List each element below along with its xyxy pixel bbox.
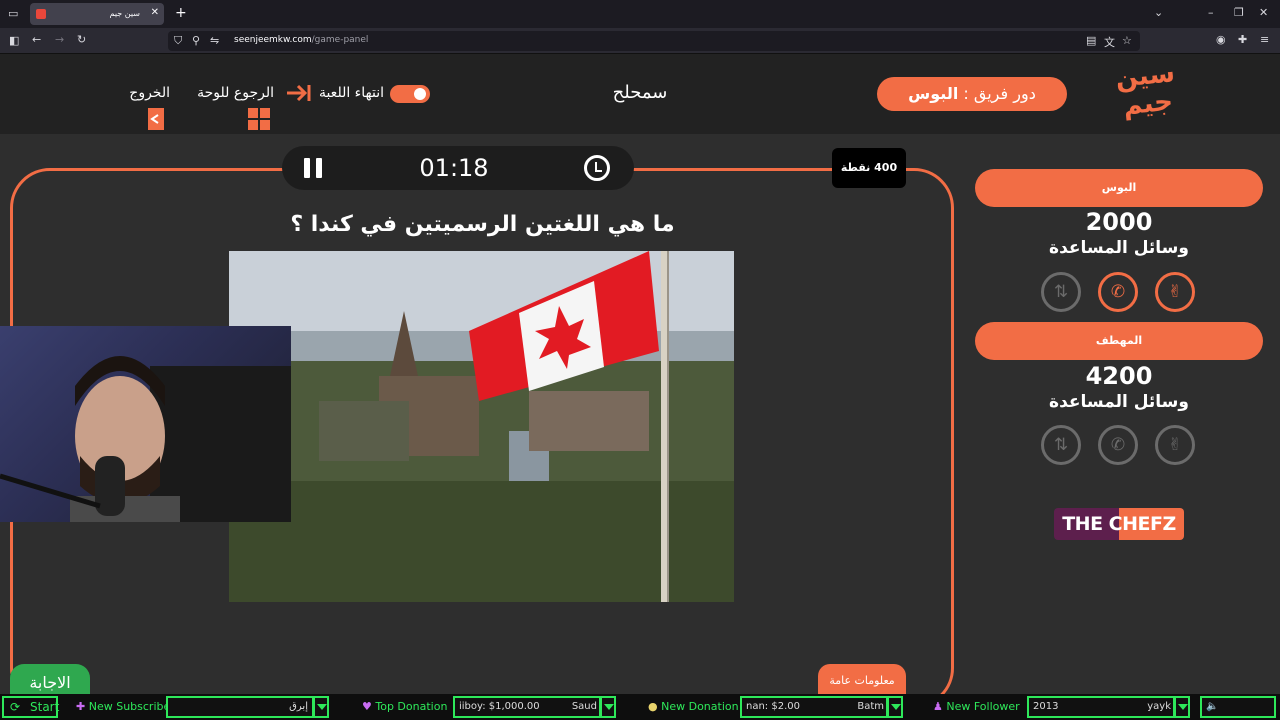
start-label: Start (30, 700, 60, 714)
team-2-two-answers-icon[interactable]: ✌ (1155, 425, 1195, 465)
top-donation-label: ♥ Top Donation (362, 700, 448, 713)
top-donation-value-field[interactable]: iiboy: $1,000.00 Saud (453, 696, 601, 718)
follower-dropdown-icon[interactable] (1174, 696, 1190, 718)
team-1-call-friend-icon[interactable]: ✆ (1098, 272, 1138, 312)
timer-bar: 01:18 (282, 146, 634, 190)
team-turn-indicator: دور فريق : البوس (877, 77, 1067, 111)
browser-tab-bar: ▭ سين جيم ✕ + ⌄ – ❐ ✕ (0, 0, 1280, 28)
question-text: ما هي اللغتين الرسميتين في كندا ؟ (290, 212, 675, 237)
team-2-name-pill: المهطف (975, 322, 1263, 360)
account-icon[interactable]: ◉ (1216, 33, 1226, 46)
toggle-knob (414, 88, 426, 100)
reset-timer-icon[interactable] (584, 155, 610, 181)
team-1-name-pill: البوس (975, 169, 1263, 207)
stream-alert-bar: ⟳ Start ✚ New Subscriber إبرق ♥ Top Dona… (0, 694, 1280, 720)
timer-display: 01:18 (419, 154, 489, 182)
extensions-icon[interactable]: ✚ (1238, 33, 1247, 46)
address-bar[interactable]: ⛉ ⚲ ⇋ seenjeemkw.com/game-panel ▤ 文 ☆ (168, 31, 1140, 51)
shield-icon[interactable]: ⛉ (174, 34, 182, 48)
money-icon: ● (648, 700, 658, 713)
new-tab-icon[interactable]: + (175, 5, 187, 21)
new-donation-label: ● New Donation (648, 700, 739, 713)
question-image-canada-flag (229, 251, 734, 602)
start-button[interactable]: ⟳ Start (2, 696, 60, 718)
canada-scene-illustration (229, 251, 734, 602)
follower-value-field[interactable]: 2013 yayk (1027, 696, 1175, 718)
category-title: سمحلح (612, 82, 668, 103)
team-2-helpers-label: وسائل المساعدة (1049, 392, 1189, 412)
team-turn-prefix: دور فريق : (963, 84, 1036, 103)
back-to-board-button[interactable]: الرجوع للوحة (176, 80, 274, 130)
tab-title: سين جيم (109, 9, 140, 18)
exit-label: الخروج (129, 85, 170, 101)
team-2-call-friend-icon[interactable]: ✆ (1098, 425, 1138, 465)
close-window-icon[interactable]: ✕ (1259, 6, 1268, 19)
team-1-helpers-label: وسائل المساعدة (1049, 238, 1189, 258)
back-to-board-label: الرجوع للوحة (197, 85, 274, 101)
new-donation-dropdown-icon[interactable] (887, 696, 903, 718)
sponsor-logo: THE CHEFZ (1054, 508, 1184, 540)
new-follower-label: ♟ New Follower (933, 700, 1020, 713)
new-donation-value-field[interactable]: nan: $2.00 Batm (740, 696, 888, 718)
forward-icon[interactable]: → (55, 33, 64, 46)
permissions-icon[interactable]: ⚲ (192, 34, 200, 47)
end-game-toggle[interactable] (390, 85, 430, 103)
end-game-button[interactable]: انتهاء اللعبة (284, 80, 384, 106)
team-1-swap-question-icon[interactable]: ⇅ (1041, 272, 1081, 312)
streamer-silhouette (0, 356, 291, 522)
menu-icon[interactable]: ≡ (1260, 33, 1269, 46)
browser-nav-bar: ◧ ← → ↻ ⛉ ⚲ ⇋ seenjeemkw.com/game-panel … (0, 28, 1280, 54)
tab-list-icon[interactable]: ▭ (8, 7, 18, 20)
tab-overflow-chevron-icon[interactable]: ⌄ (1154, 6, 1163, 19)
team-turn-name: البوس (908, 84, 959, 103)
top-donation-dropdown-icon[interactable] (600, 696, 616, 718)
volume-control[interactable]: 🔈 (1200, 696, 1276, 718)
back-icon[interactable]: ← (32, 33, 41, 46)
url-text[interactable]: seenjeemkw.com/game-panel (234, 35, 368, 45)
game-header: سين جيم دور فريق : البوس سمحلح انتهاء ال… (0, 54, 1280, 134)
arrow-right-icon (286, 84, 310, 102)
team-1-two-answers-icon[interactable]: ✌ (1155, 272, 1195, 312)
subscriber-value-field[interactable]: إبرق (166, 696, 314, 718)
sidebar-toggle-icon[interactable]: ◧ (9, 34, 19, 47)
streamer-webcam (0, 326, 291, 522)
donation-icon: ♥ (362, 700, 372, 713)
logo-line-2: جيم (1121, 86, 1175, 122)
answer-button[interactable]: الاجابة (10, 664, 90, 696)
url-domain: seenjeemkw.com (234, 35, 312, 45)
site-favicon-icon (36, 9, 46, 19)
subscriber-icon: ✚ (76, 700, 86, 713)
pause-icon[interactable] (304, 158, 322, 178)
seen-jeem-logo[interactable]: سين جيم (1109, 58, 1185, 130)
exit-door-icon (148, 108, 164, 130)
end-game-label: انتهاء اللعبة (318, 85, 384, 101)
reload-icon[interactable]: ↻ (77, 33, 86, 46)
team-1-score: 2000 (1085, 208, 1153, 236)
translate-icon[interactable]: 文 (1104, 34, 1115, 50)
exit-button[interactable]: الخروج (104, 80, 170, 130)
team-2-score: 4200 (1085, 362, 1153, 390)
points-badge: 400 نقطة (832, 148, 906, 188)
team-2-swap-question-icon[interactable]: ⇅ (1041, 425, 1081, 465)
volume-icon: 🔈 (1206, 701, 1219, 712)
url-path: /game-panel (311, 35, 369, 45)
grid-icon (248, 108, 270, 130)
general-info-tab[interactable]: معلومات عامة (818, 664, 906, 694)
maximize-icon[interactable]: ❐ (1234, 6, 1244, 19)
browser-tab[interactable]: سين جيم ✕ (30, 3, 164, 25)
close-tab-icon[interactable]: ✕ (151, 7, 159, 18)
follower-icon: ♟ (933, 700, 943, 713)
subscriber-dropdown-icon[interactable] (313, 696, 329, 718)
minimize-icon[interactable]: – (1208, 6, 1214, 19)
start-icon: ⟳ (10, 700, 21, 714)
bookmark-star-icon[interactable]: ☆ (1122, 34, 1132, 47)
tracking-icon[interactable]: ⇋ (210, 34, 219, 47)
reader-mode-icon[interactable]: ▤ (1086, 34, 1096, 47)
new-subscriber-label: ✚ New Subscriber (76, 700, 175, 713)
